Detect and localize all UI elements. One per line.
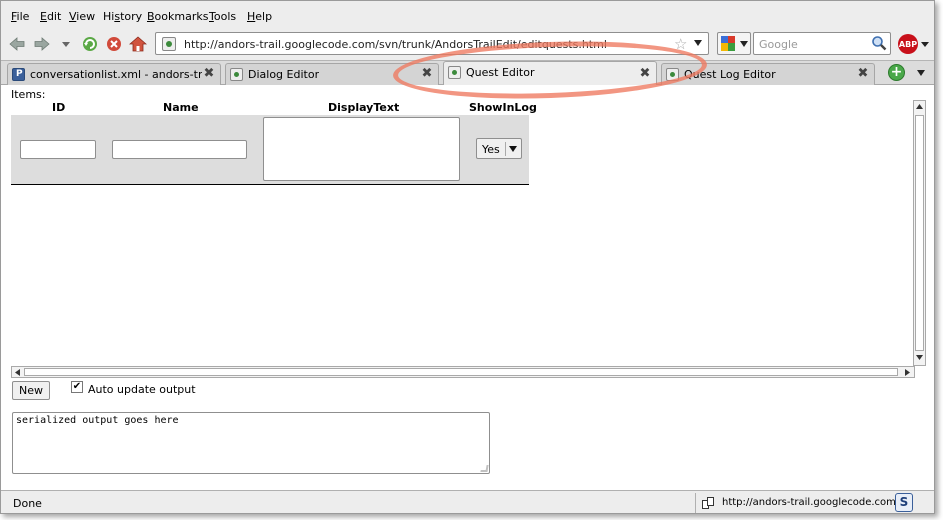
displaytext-textarea[interactable] xyxy=(263,117,460,181)
menu-edit[interactable]: Edit xyxy=(40,10,61,23)
home-icon xyxy=(129,36,147,52)
site-favicon-icon xyxy=(162,37,176,51)
home-button[interactable] xyxy=(129,35,147,53)
resize-grip-icon[interactable] xyxy=(480,465,489,472)
column-header-displaytext: DisplayText xyxy=(328,101,400,114)
search-input[interactable]: Google xyxy=(753,32,891,55)
reload-icon xyxy=(83,37,97,51)
auto-update-checkbox[interactable]: ✔ xyxy=(71,381,83,393)
menu-tools[interactable]: Tools xyxy=(209,10,236,23)
reload-button[interactable] xyxy=(81,35,99,53)
horizontal-scrollbar[interactable] xyxy=(11,366,915,378)
page-content: Items: ID Name DisplayText ShowInLog Yes… xyxy=(1,85,934,490)
column-header-name: Name xyxy=(163,101,199,114)
stop-icon xyxy=(107,37,121,51)
status-bar: Done http://andors-trail.googlecode.com/… xyxy=(1,490,934,513)
navigation-toolbar: http://andors-trail.googlecode.com/svn/t… xyxy=(1,28,934,60)
tab-quest-editor[interactable]: Quest Editor ✖ xyxy=(443,61,657,85)
bookmark-star-icon[interactable]: ☆ xyxy=(674,35,687,53)
site-favicon-icon xyxy=(666,68,679,81)
close-icon[interactable]: ✖ xyxy=(856,67,870,81)
search-placeholder: Google xyxy=(759,38,798,51)
menu-bookmarks[interactable]: Bookmarks xyxy=(147,10,208,23)
status-link-area: http://andors-trail.googlecode.com/ xyxy=(695,493,899,513)
forward-button[interactable] xyxy=(33,35,51,53)
tab-list-chevron-icon[interactable] xyxy=(917,70,925,76)
tab-dialog-editor[interactable]: Dialog Editor ✖ xyxy=(225,63,439,85)
auto-update-label: Auto update output xyxy=(88,383,196,396)
vertical-scroll-thumb[interactable] xyxy=(915,115,924,351)
back-button[interactable] xyxy=(8,35,26,53)
stop-button[interactable] xyxy=(105,35,123,53)
menu-view[interactable]: View xyxy=(69,10,95,23)
showinlog-value: Yes xyxy=(482,143,500,156)
browser-window: File Edit View History Bookmarks Tools H… xyxy=(0,0,935,514)
scroll-up-arrow-icon[interactable] xyxy=(916,104,923,110)
close-icon[interactable]: ✖ xyxy=(202,67,216,81)
history-dropdown-button[interactable] xyxy=(57,35,75,53)
close-icon[interactable]: ✖ xyxy=(420,67,434,81)
horizontal-scroll-thumb[interactable] xyxy=(24,368,898,376)
tab-strip: conversationlist.xml - andors-trail -...… xyxy=(1,60,934,85)
menu-bar: File Edit View History Bookmarks Tools H… xyxy=(1,1,934,28)
scroll-right-arrow-icon[interactable] xyxy=(905,369,911,376)
status-link-text: http://andors-trail.googlecode.com/ xyxy=(722,497,900,508)
back-arrow-icon xyxy=(9,37,25,51)
url-bar[interactable]: http://andors-trail.googlecode.com/svn/t… xyxy=(155,32,709,55)
adblock-plus-icon[interactable]: ABP xyxy=(898,34,918,54)
status-text: Done xyxy=(13,497,42,510)
chevron-down-icon[interactable] xyxy=(921,42,929,47)
tab-quest-log-editor[interactable]: Quest Log Editor ✖ xyxy=(661,63,875,85)
search-engine-selector[interactable] xyxy=(717,32,751,55)
new-button[interactable]: New xyxy=(12,381,50,400)
search-icon[interactable] xyxy=(871,35,887,51)
new-tab-plus-icon[interactable]: + xyxy=(888,64,905,81)
close-icon[interactable]: ✖ xyxy=(638,67,652,81)
output-text: serialized output goes here xyxy=(16,415,179,426)
chevron-down-icon xyxy=(62,42,70,47)
column-header-id: ID xyxy=(52,101,66,114)
chevron-down-icon xyxy=(740,41,748,47)
link-icon xyxy=(702,497,714,509)
site-favicon-icon xyxy=(448,66,461,79)
showinlog-select[interactable]: Yes xyxy=(476,138,522,159)
menu-help[interactable]: Help xyxy=(247,10,272,23)
forward-arrow-icon xyxy=(34,37,50,51)
column-header-showinlog: ShowInLog xyxy=(469,101,537,114)
serialized-output-textarea[interactable]: serialized output goes here xyxy=(12,412,490,474)
scroll-left-arrow-icon[interactable] xyxy=(15,369,21,376)
items-label: Items: xyxy=(11,88,46,101)
scroll-down-arrow-icon[interactable] xyxy=(916,355,923,361)
project-favicon-icon xyxy=(12,68,25,81)
url-dropdown-icon[interactable] xyxy=(694,40,702,46)
url-text[interactable]: http://andors-trail.googlecode.com/svn/t… xyxy=(184,38,607,51)
status-s-icon[interactable]: S xyxy=(895,493,913,512)
chevron-down-icon xyxy=(505,142,520,156)
vertical-scrollbar[interactable] xyxy=(913,100,926,366)
menu-history[interactable]: History xyxy=(103,10,142,23)
name-input[interactable] xyxy=(112,140,247,159)
menu-file[interactable]: File xyxy=(11,10,29,23)
site-favicon-icon xyxy=(230,68,243,81)
google-logo-icon xyxy=(721,36,735,51)
tab-conversationlist[interactable]: conversationlist.xml - andors-trail -...… xyxy=(7,63,221,85)
id-input[interactable] xyxy=(20,140,96,159)
